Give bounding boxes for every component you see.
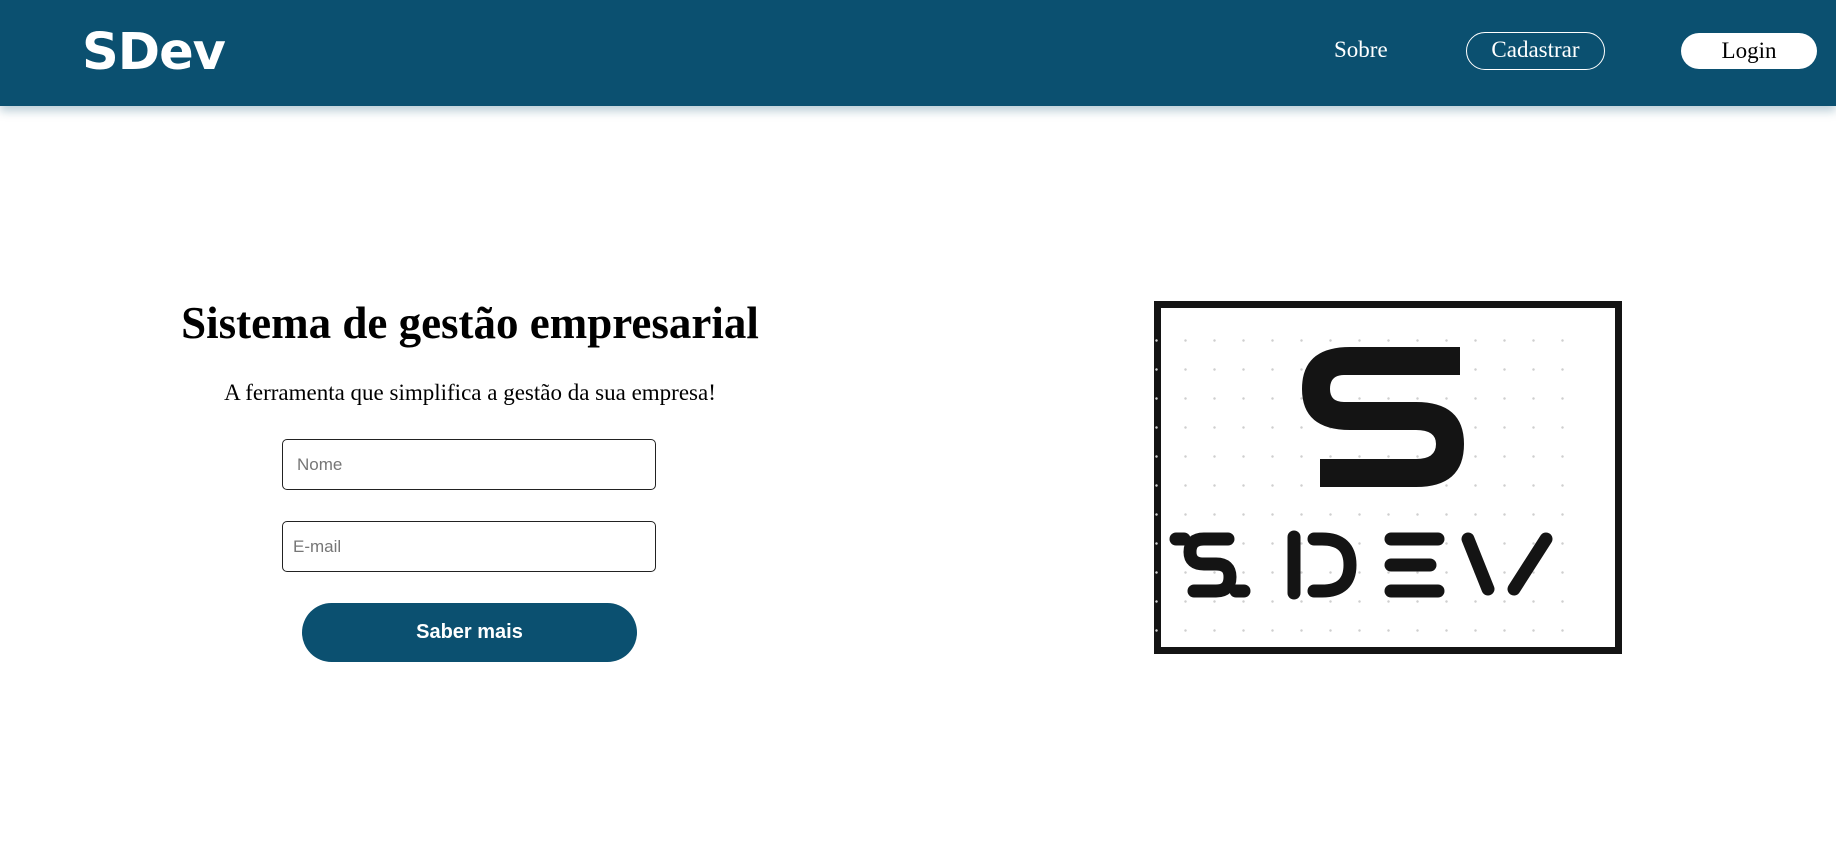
logo-wordmark: [1169, 530, 1553, 600]
sdev-logo-icon: [1169, 347, 1553, 600]
brand-logo-text[interactable]: SDev: [82, 18, 226, 88]
saber-mais-button[interactable]: Saber mais: [302, 603, 637, 662]
name-input[interactable]: [282, 439, 656, 490]
nav-button-login[interactable]: Login: [1681, 33, 1817, 69]
email-input[interactable]: [282, 521, 656, 572]
hero-subtitle: A ferramenta que simplifica a gestão da …: [224, 380, 716, 405]
logo-s-mark: [1302, 347, 1464, 487]
top-navbar: SDev Sobre Cadastrar Login: [0, 0, 1836, 106]
hero-title: Sistema de gestão empresarial: [181, 298, 759, 348]
nav-button-cadastrar[interactable]: Cadastrar: [1466, 32, 1605, 70]
nav-link-sobre[interactable]: Sobre: [1334, 34, 1388, 66]
